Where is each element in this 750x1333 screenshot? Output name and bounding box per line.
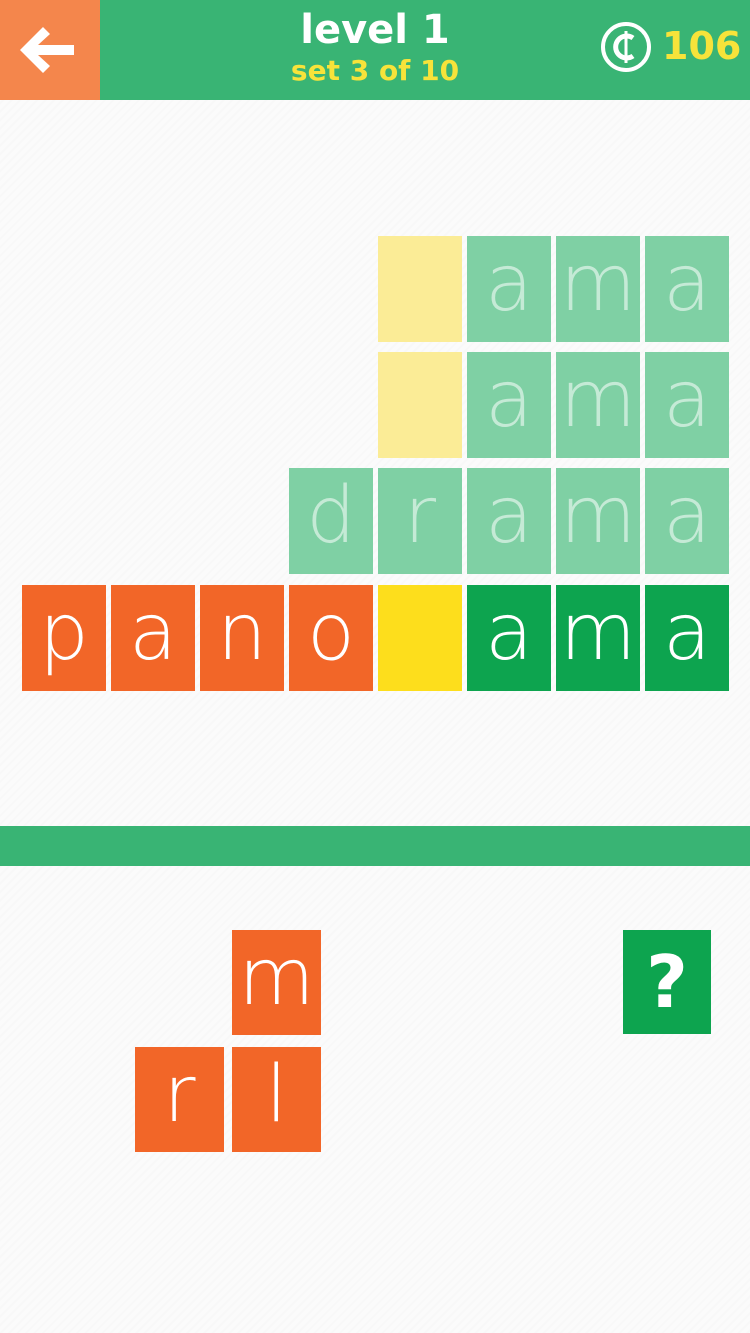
row3-tile: d <box>289 468 373 574</box>
row3-tile: a <box>645 468 729 574</box>
active-word-tile: a <box>467 585 551 691</box>
row2-blank-tile <box>378 352 462 458</box>
row3-tile: r <box>378 468 462 574</box>
active-word-tile: a <box>111 585 195 691</box>
letter-tile-m[interactable]: m <box>232 930 321 1035</box>
active-word-tile: n <box>200 585 284 691</box>
row1-tile: a <box>467 236 551 342</box>
row2-tile: a <box>645 352 729 458</box>
row3-tile: a <box>467 468 551 574</box>
answer-slot[interactable] <box>378 585 462 691</box>
row1-blank-tile <box>378 236 462 342</box>
active-word-tile: m <box>556 585 640 691</box>
active-word-tile: a <box>645 585 729 691</box>
header-bar: level 1 set 3 of 10 106 <box>0 0 750 100</box>
hint-button[interactable]: ? <box>623 930 711 1034</box>
row3-tile: m <box>556 468 640 574</box>
divider-bar <box>0 826 750 866</box>
row2-tile: a <box>467 352 551 458</box>
letter-tile-l[interactable]: l <box>232 1047 321 1152</box>
active-word-tile: o <box>289 585 373 691</box>
letter-tile-r[interactable]: r <box>135 1047 224 1152</box>
row1-tile: m <box>556 236 640 342</box>
coin-count: 106 <box>662 24 742 68</box>
active-word-tile: p <box>22 585 106 691</box>
coin-icon <box>601 22 651 72</box>
row1-tile: a <box>645 236 729 342</box>
row2-tile: m <box>556 352 640 458</box>
